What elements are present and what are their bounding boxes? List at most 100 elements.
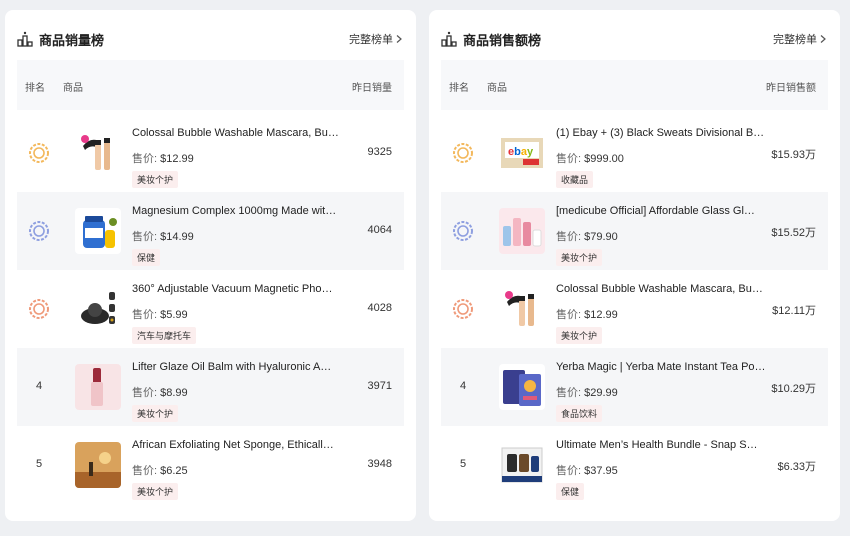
product-thumbnail[interactable] bbox=[75, 208, 121, 254]
product-name[interactable]: Magnesium Complex 1000mg Made wit… bbox=[132, 205, 344, 217]
rank-number: 5 bbox=[35, 458, 43, 470]
price-label: 售价: bbox=[132, 465, 158, 477]
product-thumbnail[interactable] bbox=[75, 130, 121, 176]
product-thumbnail[interactable] bbox=[499, 442, 545, 488]
panel-title: 商品销量榜 bbox=[39, 32, 105, 48]
silver-medal-icon bbox=[453, 221, 473, 241]
table-row[interactable]: Magnesium Complex 1000mg Made wit… 售价: $… bbox=[17, 192, 404, 270]
price-value: $8.99 bbox=[160, 387, 188, 399]
price-label: 售价: bbox=[556, 387, 582, 399]
product-name[interactable]: [medicube Official] Affordable Glass Gl… bbox=[556, 205, 768, 217]
category-tag: 美妆个护 bbox=[132, 171, 179, 188]
category-tag: 保健 bbox=[556, 483, 585, 500]
sales-value: $10.29万 bbox=[771, 383, 816, 395]
product-thumbnail[interactable] bbox=[75, 364, 121, 410]
table-row[interactable]: Colossal Bubble Washable Mascara, Bu… 售价… bbox=[17, 114, 404, 192]
table-row[interactable]: 5 Ultimate Men’s Health Bundle - Snap S…… bbox=[441, 426, 828, 504]
panel-header: 商品销量榜 完整榜单 bbox=[17, 28, 402, 50]
table-row[interactable]: ebay (1) Ebay + (3) Black Sweats Divisio… bbox=[441, 114, 828, 192]
table-row[interactable]: Colossal Bubble Washable Mascara, Bu… 售价… bbox=[441, 270, 828, 348]
price-label: 售价: bbox=[132, 231, 158, 243]
product-thumbnail[interactable]: ebay bbox=[499, 130, 545, 176]
full-ranking-link[interactable]: 完整榜单 bbox=[773, 31, 826, 47]
product-thumbnail[interactable] bbox=[75, 286, 121, 332]
category-tag: 收藏品 bbox=[556, 171, 594, 188]
price-label: 售价: bbox=[556, 465, 582, 477]
product-name[interactable]: Ultimate Men’s Health Bundle - Snap S… bbox=[556, 439, 768, 451]
full-ranking-link[interactable]: 完整榜单 bbox=[349, 31, 402, 47]
podium-icon bbox=[441, 31, 457, 47]
silver-medal-icon bbox=[29, 221, 49, 241]
gold-medal-icon bbox=[29, 143, 49, 163]
panel-title: 商品销售额榜 bbox=[463, 32, 542, 48]
product-price: 售价: $5.99 bbox=[132, 306, 188, 322]
header-value: 昨日销售额 bbox=[766, 83, 816, 94]
product-thumbnail[interactable] bbox=[75, 442, 121, 488]
podium-icon bbox=[17, 31, 33, 47]
product-price: 售价: $6.25 bbox=[132, 462, 188, 478]
price-label: 售价: bbox=[132, 309, 158, 321]
category-tag: 美妆个护 bbox=[132, 483, 179, 500]
product-price: 售价: $12.99 bbox=[556, 306, 618, 322]
price-label: 售价: bbox=[132, 153, 158, 165]
sales-value: 3971 bbox=[367, 380, 392, 392]
product-price: 售价: $14.99 bbox=[132, 228, 194, 244]
rank-number: 4 bbox=[35, 380, 43, 392]
product-thumbnail[interactable] bbox=[499, 208, 545, 254]
category-tag: 保健 bbox=[132, 249, 161, 266]
product-name[interactable]: 360° Adjustable Vacuum Magnetic Pho… bbox=[132, 283, 344, 295]
panel-title-wrap: 商品销量榜 bbox=[17, 30, 104, 49]
price-value: $6.25 bbox=[160, 465, 188, 477]
sales-value: $15.52万 bbox=[771, 227, 816, 239]
price-value: $12.99 bbox=[584, 309, 618, 321]
table-row[interactable]: [medicube Official] Affordable Glass Gl…… bbox=[441, 192, 828, 270]
price-value: $5.99 bbox=[160, 309, 188, 321]
price-value: $12.99 bbox=[160, 153, 194, 165]
table-header: 排名 商品 昨日销量 bbox=[17, 60, 404, 110]
sales-value: $6.33万 bbox=[777, 461, 816, 473]
panel-title-wrap: 商品销售额榜 bbox=[441, 30, 541, 49]
chevron-right-icon bbox=[396, 35, 402, 43]
category-tag: 汽车与摩托车 bbox=[132, 327, 197, 344]
table-row[interactable]: 5 African Exfoliating Net Sponge, Ethica… bbox=[17, 426, 404, 504]
sales-revenue-panel: 商品销售额榜 完整榜单 排名 商品 昨日销售额 ebay (1) Ebay + … bbox=[429, 10, 840, 521]
sales-value: $12.11万 bbox=[772, 305, 816, 317]
header-product: 商品 bbox=[487, 83, 507, 94]
header-rank: 排名 bbox=[25, 83, 45, 94]
product-thumbnail[interactable] bbox=[499, 286, 545, 332]
chevron-right-icon bbox=[820, 35, 826, 43]
product-name[interactable]: African Exfoliating Net Sponge, Ethicall… bbox=[132, 439, 344, 451]
price-label: 售价: bbox=[132, 387, 158, 399]
header-product: 商品 bbox=[63, 83, 83, 94]
product-price: 售价: $37.95 bbox=[556, 462, 618, 478]
header-value: 昨日销量 bbox=[352, 83, 392, 94]
bronze-medal-icon bbox=[29, 299, 49, 319]
product-price: 售价: $29.99 bbox=[556, 384, 618, 400]
price-value: $79.90 bbox=[584, 231, 618, 243]
full-ranking-label: 完整榜单 bbox=[349, 34, 393, 46]
svg-text:ebay: ebay bbox=[508, 146, 534, 158]
price-label: 售价: bbox=[556, 153, 582, 165]
sales-volume-panel: 商品销量榜 完整榜单 排名 商品 昨日销量 Colossal Bubble Wa… bbox=[5, 10, 416, 521]
product-name[interactable]: (1) Ebay + (3) Black Sweats Divisional B… bbox=[556, 127, 768, 139]
product-name[interactable]: Colossal Bubble Washable Mascara, Bu… bbox=[132, 127, 344, 139]
category-tag: 美妆个护 bbox=[132, 405, 179, 422]
sales-value: $15.93万 bbox=[771, 149, 816, 161]
table-row[interactable]: 360° Adjustable Vacuum Magnetic Pho… 售价:… bbox=[17, 270, 404, 348]
table-row[interactable]: 4 Lifter Glaze Oil Balm with Hyaluronic … bbox=[17, 348, 404, 426]
rank-number: 4 bbox=[459, 380, 467, 392]
product-thumbnail[interactable] bbox=[499, 364, 545, 410]
header-rank: 排名 bbox=[449, 83, 469, 94]
sales-value: 9325 bbox=[367, 146, 392, 158]
product-name[interactable]: Colossal Bubble Washable Mascara, Bu… bbox=[556, 283, 768, 295]
sales-value: 4064 bbox=[367, 224, 392, 236]
product-price: 售价: $79.90 bbox=[556, 228, 618, 244]
panel-header: 商品销售额榜 完整榜单 bbox=[441, 28, 826, 50]
category-tag: 食品饮料 bbox=[556, 405, 603, 422]
price-value: $29.99 bbox=[584, 387, 618, 399]
product-name[interactable]: Yerba Magic | Yerba Mate Instant Tea Po… bbox=[556, 361, 768, 373]
table-row[interactable]: 4 Yerba Magic | Yerba Mate Instant Tea P… bbox=[441, 348, 828, 426]
product-name[interactable]: Lifter Glaze Oil Balm with Hyaluronic A… bbox=[132, 361, 344, 373]
sales-value: 4028 bbox=[367, 302, 392, 314]
product-price: 售价: $8.99 bbox=[132, 384, 188, 400]
